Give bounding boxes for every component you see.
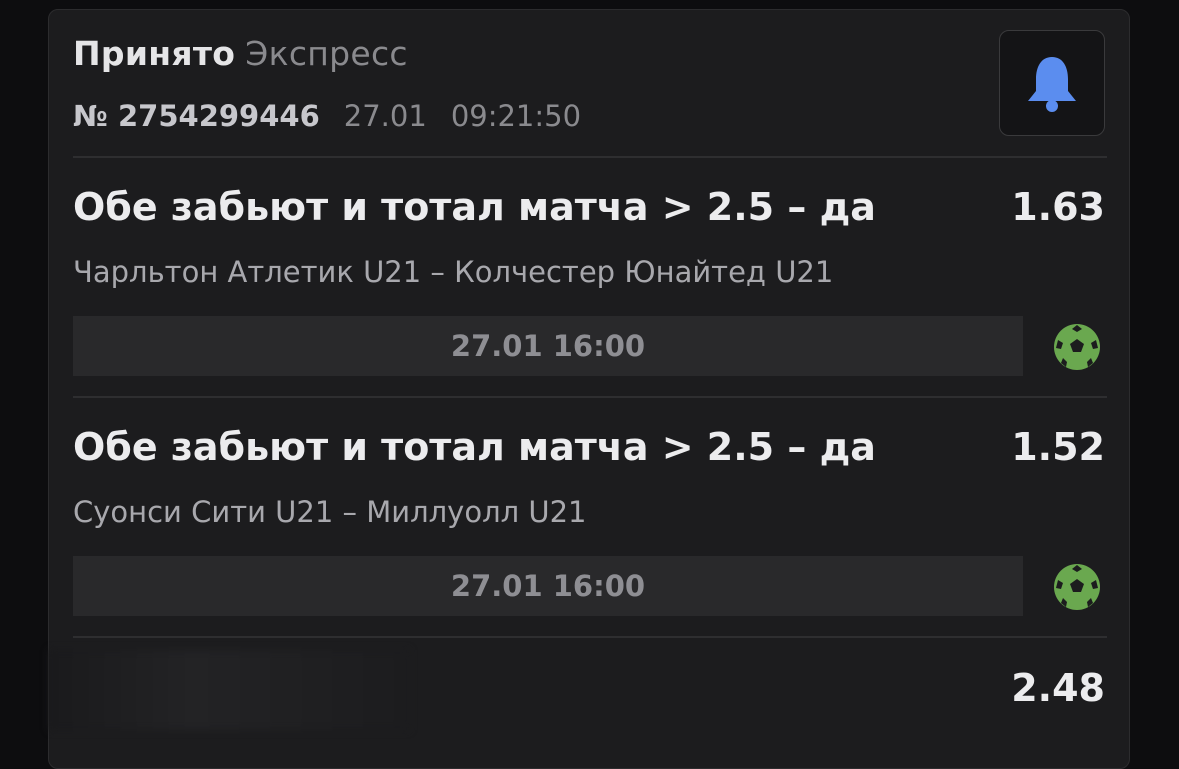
football-icon <box>1054 564 1100 610</box>
bet-event-datetime: 27.01 16:00 <box>73 316 1023 376</box>
divider <box>73 636 1107 638</box>
bet-match-name[interactable]: Суонси Сити U21 – Миллуолл U21 <box>73 495 587 529</box>
bet-type: Экспресс <box>245 34 408 73</box>
bet-status-title: Принято Экспресс <box>73 34 408 73</box>
bet-date: 27.01 <box>343 99 427 133</box>
divider <box>73 156 1107 158</box>
bet-selection-title: Обе забьют и тотал матча > 2.5 – да <box>73 185 876 229</box>
divider <box>73 396 1107 398</box>
bet-time: 09:21:50 <box>450 99 582 133</box>
bet-odds: 1.63 <box>1011 185 1105 229</box>
blurred-region <box>49 650 409 730</box>
notification-button[interactable] <box>999 30 1105 136</box>
bet-odds: 2.48 <box>1011 666 1105 710</box>
bet-match-name[interactable]: Чарльтон Атлетик U21 – Колчестер Юнайтед… <box>73 255 833 289</box>
bet-status: Принято <box>73 34 236 73</box>
football-icon <box>1054 324 1100 370</box>
bell-icon <box>1028 57 1076 112</box>
bet-odds: 1.52 <box>1011 425 1105 469</box>
bet-meta: № 2754299446 27.01 09:21:50 <box>73 99 581 133</box>
bet-card: Принято Экспресс № 2754299446 27.01 09:21:5… <box>48 9 1130 769</box>
bet-event-datetime: 27.01 16:00 <box>73 556 1023 616</box>
bet-selection-title: Обе забьют и тотал матча > 2.5 – да <box>73 425 876 469</box>
bet-number: № 2754299446 <box>73 99 320 133</box>
